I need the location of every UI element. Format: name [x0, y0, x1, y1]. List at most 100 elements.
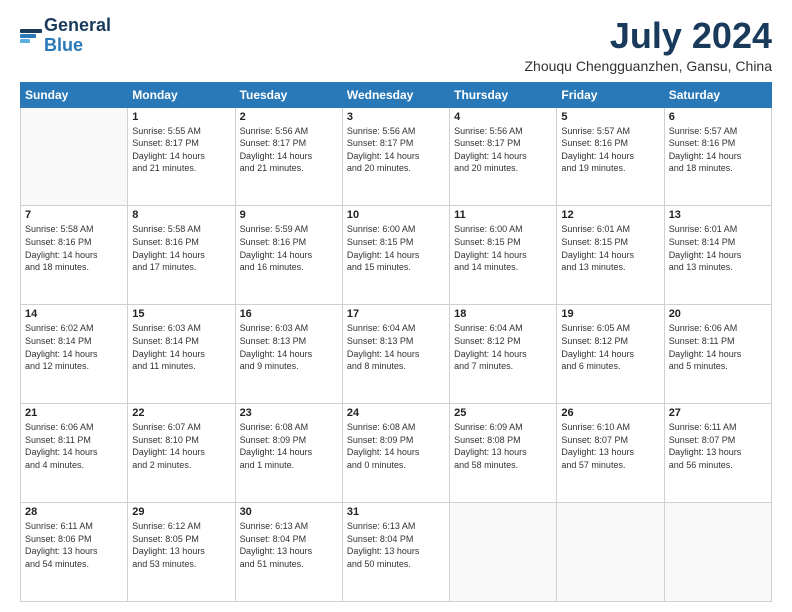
- day-info: Sunrise: 5:56 AMSunset: 8:17 PMDaylight:…: [454, 125, 552, 175]
- day-number: 28: [25, 506, 123, 518]
- calendar-cell: 27Sunrise: 6:11 AMSunset: 8:07 PMDayligh…: [664, 404, 771, 503]
- title-block: July 2024 Zhouqu Chengguanzhen, Gansu, C…: [524, 16, 772, 74]
- calendar-cell: 19 Sunrise: 6:05 AMSunset: 8:12 PMDayligh…: [557, 305, 664, 404]
- calendar-cell: 16 Sunrise: 6:03 AMSunset: 8:13 PMDayligh…: [235, 305, 342, 404]
- day-number: 1: [132, 111, 230, 123]
- day-info: Sunrise: 6:03 AMSunset: 8:14 PMDaylight:…: [132, 322, 230, 372]
- day-info: Sunrise: 6:02 AMSunset: 8:14 PMDaylight:…: [25, 322, 123, 372]
- calendar-cell: 1 Sunrise: 5:55 AMSunset: 8:17 PMDaylight…: [128, 107, 235, 206]
- day-info: Sunrise: 5:56 AMSunset: 8:17 PMDaylight:…: [240, 125, 338, 175]
- calendar-cell: 14 Sunrise: 6:02 AMSunset: 8:14 PMDayligh…: [21, 305, 128, 404]
- week-row-1: 1 Sunrise: 5:55 AMSunset: 8:17 PMDaylight…: [21, 107, 772, 206]
- day-info: Sunrise: 6:06 AMSunset: 8:11 PMDaylight:…: [669, 322, 767, 372]
- calendar-cell: 30 Sunrise: 6:13 AMSunset: 8:04 PMDayligh…: [235, 503, 342, 602]
- day-number: 19: [561, 308, 659, 320]
- calendar-cell: 18Sunrise: 6:04 AMSunset: 8:12 PMDayligh…: [450, 305, 557, 404]
- day-number: 25: [454, 407, 552, 419]
- logo-text-blue: Blue: [44, 36, 111, 56]
- day-number: 23: [240, 407, 338, 419]
- calendar-cell: [664, 503, 771, 602]
- day-info: Sunrise: 5:58 AMSunset: 8:16 PMDaylight:…: [132, 223, 230, 273]
- day-info: Sunrise: 5:58 AMSunset: 8:16 PMDaylight:…: [25, 223, 123, 273]
- calendar-cell: 4 Sunrise: 5:56 AMSunset: 8:17 PMDaylight…: [450, 107, 557, 206]
- day-number: 20: [669, 308, 767, 320]
- calendar-cell: 22Sunrise: 6:07 AMSunset: 8:10 PMDayligh…: [128, 404, 235, 503]
- logo-text-general: General: [44, 16, 111, 36]
- day-number: 11: [454, 209, 552, 221]
- day-info: Sunrise: 6:04 AMSunset: 8:13 PMDaylight:…: [347, 322, 445, 372]
- logo: General Blue: [20, 16, 111, 56]
- day-number: 12: [561, 209, 659, 221]
- day-info: Sunrise: 6:10 AMSunset: 8:07 PMDaylight:…: [561, 421, 659, 471]
- week-row-4: 21Sunrise: 6:06 AMSunset: 8:11 PMDayligh…: [21, 404, 772, 503]
- calendar-cell: 5 Sunrise: 5:57 AMSunset: 8:16 PMDaylight…: [557, 107, 664, 206]
- day-number: 7: [25, 209, 123, 221]
- day-number: 9: [240, 209, 338, 221]
- calendar-cell: 13 Sunrise: 6:01 AMSunset: 8:14 PMDayligh…: [664, 206, 771, 305]
- day-number: 31: [347, 506, 445, 518]
- day-header-saturday: Saturday: [664, 82, 771, 107]
- calendar-cell: 23 Sunrise: 6:08 AMSunset: 8:09 PMDayligh…: [235, 404, 342, 503]
- day-header-tuesday: Tuesday: [235, 82, 342, 107]
- day-info: Sunrise: 6:05 AMSunset: 8:12 PMDaylight:…: [561, 322, 659, 372]
- day-info: Sunrise: 6:08 AMSunset: 8:09 PMDaylight:…: [347, 421, 445, 471]
- day-header-thursday: Thursday: [450, 82, 557, 107]
- week-row-3: 14 Sunrise: 6:02 AMSunset: 8:14 PMDayligh…: [21, 305, 772, 404]
- day-info: Sunrise: 6:00 AMSunset: 8:15 PMDaylight:…: [347, 223, 445, 273]
- calendar-cell: 20 Sunrise: 6:06 AMSunset: 8:11 PMDayligh…: [664, 305, 771, 404]
- day-number: 4: [454, 111, 552, 123]
- day-info: Sunrise: 5:56 AMSunset: 8:17 PMDaylight:…: [347, 125, 445, 175]
- calendar-cell: [557, 503, 664, 602]
- day-info: Sunrise: 6:03 AMSunset: 8:13 PMDaylight:…: [240, 322, 338, 372]
- day-info: Sunrise: 5:59 AMSunset: 8:16 PMDaylight:…: [240, 223, 338, 273]
- day-header-friday: Friday: [557, 82, 664, 107]
- day-info: Sunrise: 6:13 AMSunset: 8:04 PMDaylight:…: [240, 520, 338, 570]
- day-info: Sunrise: 6:13 AMSunset: 8:04 PMDaylight:…: [347, 520, 445, 570]
- day-number: 24: [347, 407, 445, 419]
- calendar-cell: 24 Sunrise: 6:08 AMSunset: 8:09 PMDayligh…: [342, 404, 449, 503]
- day-info: Sunrise: 5:57 AMSunset: 8:16 PMDaylight:…: [561, 125, 659, 175]
- day-number: 29: [132, 506, 230, 518]
- day-number: 3: [347, 111, 445, 123]
- day-info: Sunrise: 6:01 AMSunset: 8:14 PMDaylight:…: [669, 223, 767, 273]
- week-row-5: 28Sunrise: 6:11 AMSunset: 8:06 PMDayligh…: [21, 503, 772, 602]
- day-info: Sunrise: 5:57 AMSunset: 8:16 PMDaylight:…: [669, 125, 767, 175]
- calendar-cell: 7 Sunrise: 5:58 AMSunset: 8:16 PMDaylight…: [21, 206, 128, 305]
- calendar-cell: 28Sunrise: 6:11 AMSunset: 8:06 PMDayligh…: [21, 503, 128, 602]
- calendar-cell: 25Sunrise: 6:09 AMSunset: 8:08 PMDayligh…: [450, 404, 557, 503]
- day-number: 18: [454, 308, 552, 320]
- header: General Blue July 2024 Zhouqu Chengguanz…: [20, 16, 772, 74]
- calendar-cell: 9 Sunrise: 5:59 AMSunset: 8:16 PMDaylight…: [235, 206, 342, 305]
- day-number: 8: [132, 209, 230, 221]
- day-info: Sunrise: 6:11 AMSunset: 8:07 PMDaylight:…: [669, 421, 767, 471]
- day-info: Sunrise: 6:12 AMSunset: 8:05 PMDaylight:…: [132, 520, 230, 570]
- day-number: 16: [240, 308, 338, 320]
- day-info: Sunrise: 6:07 AMSunset: 8:10 PMDaylight:…: [132, 421, 230, 471]
- day-number: 17: [347, 308, 445, 320]
- day-number: 14: [25, 308, 123, 320]
- day-info: Sunrise: 6:06 AMSunset: 8:11 PMDaylight:…: [25, 421, 123, 471]
- day-info: Sunrise: 6:08 AMSunset: 8:09 PMDaylight:…: [240, 421, 338, 471]
- day-number: 2: [240, 111, 338, 123]
- day-number: 5: [561, 111, 659, 123]
- day-number: 30: [240, 506, 338, 518]
- calendar-header-row: SundayMondayTuesdayWednesdayThursdayFrid…: [21, 82, 772, 107]
- calendar-cell: 21Sunrise: 6:06 AMSunset: 8:11 PMDayligh…: [21, 404, 128, 503]
- day-header-monday: Monday: [128, 82, 235, 107]
- day-header-sunday: Sunday: [21, 82, 128, 107]
- day-number: 13: [669, 209, 767, 221]
- calendar-cell: [450, 503, 557, 602]
- calendar-cell: 11Sunrise: 6:00 AMSunset: 8:15 PMDayligh…: [450, 206, 557, 305]
- calendar-cell: 26Sunrise: 6:10 AMSunset: 8:07 PMDayligh…: [557, 404, 664, 503]
- day-info: Sunrise: 5:55 AMSunset: 8:17 PMDaylight:…: [132, 125, 230, 175]
- day-number: 10: [347, 209, 445, 221]
- calendar-cell: 8 Sunrise: 5:58 AMSunset: 8:16 PMDaylight…: [128, 206, 235, 305]
- calendar-cell: [21, 107, 128, 206]
- calendar-cell: 3 Sunrise: 5:56 AMSunset: 8:17 PMDaylight…: [342, 107, 449, 206]
- logo-icon: [20, 29, 42, 43]
- month-title: July 2024: [524, 16, 772, 56]
- calendar-cell: 2 Sunrise: 5:56 AMSunset: 8:17 PMDaylight…: [235, 107, 342, 206]
- week-row-2: 7 Sunrise: 5:58 AMSunset: 8:16 PMDaylight…: [21, 206, 772, 305]
- day-info: Sunrise: 6:01 AMSunset: 8:15 PMDaylight:…: [561, 223, 659, 273]
- calendar-cell: 10 Sunrise: 6:00 AMSunset: 8:15 PMDayligh…: [342, 206, 449, 305]
